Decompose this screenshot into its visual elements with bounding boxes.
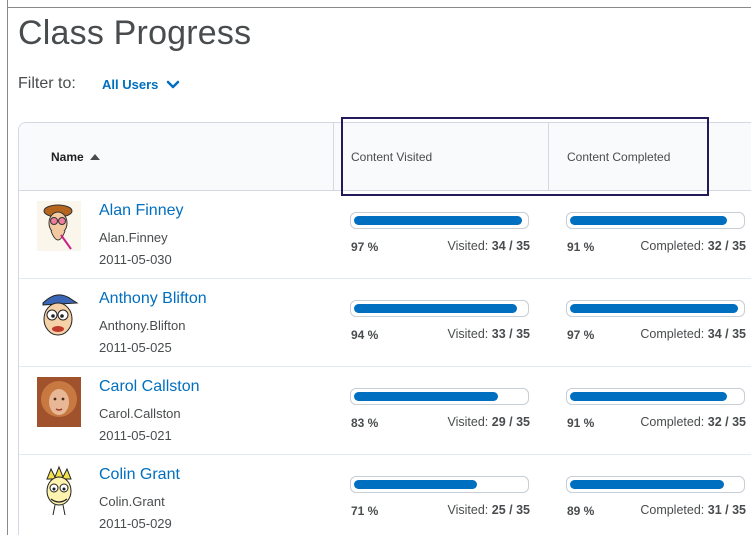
user-org-id: 2011-05-029 — [99, 516, 172, 531]
completed-progress-bar — [566, 212, 745, 229]
avatar — [37, 201, 81, 251]
visited-progress-fill — [354, 216, 522, 225]
visited-count: Visited: 33 / 35 — [448, 327, 530, 341]
user-org-id: 2011-05-021 — [99, 428, 172, 443]
visited-percent: 97 % — [351, 240, 379, 254]
user-login: Carol.Callston — [99, 406, 181, 421]
completed-progress-fill — [570, 216, 727, 225]
completed-progress-bar — [566, 388, 745, 405]
filter-value: All Users — [102, 77, 159, 92]
column-highlight-box — [341, 117, 709, 196]
visited-count-label: Visited: — [447, 503, 489, 517]
filter-label: Filter to: — [18, 75, 76, 92]
visited-count-label: Visited: — [447, 239, 489, 253]
visited-progress-bar — [350, 300, 529, 317]
visited-percent: 94 % — [351, 328, 379, 342]
completed-percent: 89 % — [567, 504, 595, 518]
completed-count-label: Completed: — [640, 415, 705, 429]
visited-count-label: Visited: — [447, 415, 489, 429]
completed-count: Completed: 34 / 35 — [640, 327, 746, 341]
completed-count-value: 32 / 35 — [707, 239, 746, 253]
visited-count: Visited: 34 / 35 — [448, 239, 530, 253]
user-org-id: 2011-05-025 — [99, 340, 172, 355]
visited-progress-bar — [350, 476, 529, 493]
user-login: Alan.Finney — [99, 230, 168, 245]
column-divider — [333, 123, 334, 191]
avatar — [37, 465, 81, 516]
visited-progress-bar — [350, 212, 529, 229]
completed-progress-fill — [570, 304, 738, 313]
completed-count-value: 32 / 35 — [707, 415, 746, 429]
visited-count: Visited: 25 / 35 — [448, 503, 530, 517]
table-row: Anthony Blifton Anthony.Blifton 2011-05-02… — [19, 279, 751, 367]
table-row: Alan Finney Alan.Finney 2011-05-030 97 % 91 … — [19, 191, 751, 279]
visited-count-value: 25 / 35 — [491, 503, 530, 517]
visited-count-value: 33 / 35 — [491, 327, 530, 341]
completed-count: Completed: 32 / 35 — [640, 239, 746, 253]
name-column-header[interactable]: Name — [51, 150, 100, 164]
name-header-label: Name — [51, 150, 84, 164]
completed-percent: 91 % — [567, 416, 595, 430]
visited-count-value: 29 / 35 — [491, 415, 530, 429]
frame-top-border — [7, 7, 751, 8]
completed-count: Completed: 32 / 35 — [640, 415, 746, 429]
user-org-id: 2011-05-030 — [99, 252, 172, 267]
page-title: Class Progress — [18, 14, 252, 52]
table-row: Carol Callston Carol.Callston 2011-05-021 8… — [19, 367, 751, 455]
filter-dropdown[interactable]: All Users — [102, 77, 180, 92]
chevron-down-icon — [167, 80, 180, 88]
completed-count-label: Completed: — [640, 327, 705, 341]
user-login: Colin.Grant — [99, 494, 165, 509]
completed-progress-bar — [566, 300, 745, 317]
table-row: Colin Grant Colin.Grant 2011-05-029 71 % 89 … — [19, 455, 751, 535]
completed-count-label: Completed: — [640, 239, 705, 253]
avatar — [37, 289, 81, 339]
completed-count-label: Completed: — [640, 503, 705, 517]
user-login: Anthony.Blifton — [99, 318, 186, 333]
completed-count: Completed: 31 / 35 — [640, 503, 746, 517]
visited-count-label: Visited: — [447, 327, 489, 341]
completed-progress-fill — [570, 392, 727, 401]
visited-count: Visited: 29 / 35 — [448, 415, 530, 429]
visited-percent: 83 % — [351, 416, 379, 430]
completed-percent: 97 % — [567, 328, 595, 342]
completed-count-value: 31 / 35 — [707, 503, 746, 517]
completed-progress-fill — [570, 480, 724, 489]
visited-progress-fill — [354, 392, 498, 401]
user-name-link[interactable]: Colin Grant — [99, 466, 180, 484]
completed-count-value: 34 / 35 — [707, 327, 746, 341]
avatar — [37, 377, 81, 427]
sort-ascending-icon — [89, 153, 100, 160]
visited-progress-fill — [354, 480, 477, 489]
visited-percent: 71 % — [351, 504, 379, 518]
completed-progress-bar — [566, 476, 745, 493]
visited-count-value: 34 / 35 — [491, 239, 530, 253]
user-name-link[interactable]: Alan Finney — [99, 202, 184, 220]
user-name-link[interactable]: Anthony Blifton — [99, 290, 207, 308]
user-name-link[interactable]: Carol Callston — [99, 378, 199, 396]
visited-progress-fill — [354, 304, 517, 313]
completed-percent: 91 % — [567, 240, 595, 254]
frame-left-border — [7, 0, 8, 535]
visited-progress-bar — [350, 388, 529, 405]
